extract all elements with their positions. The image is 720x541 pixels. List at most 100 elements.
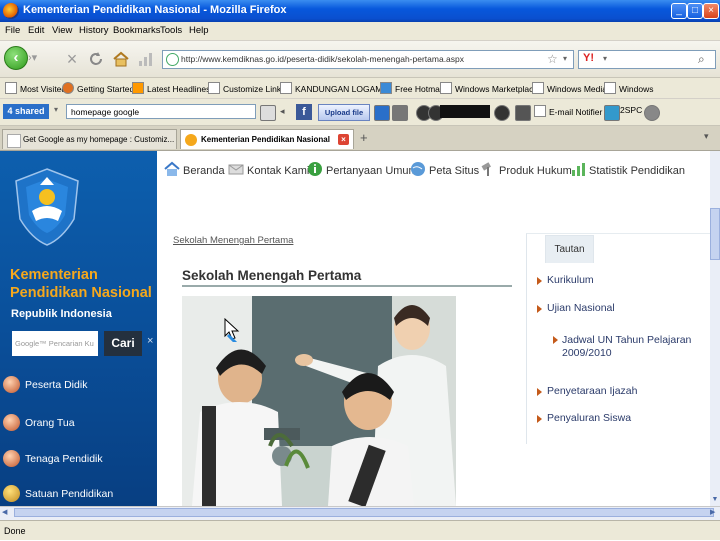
tab-get-google[interactable]: Get Google as my homepage : Customiz... xyxy=(2,129,177,149)
breadcrumb[interactable]: Sekolah Menengah Pertama xyxy=(173,235,293,246)
signal-icon xyxy=(138,51,154,67)
upload-file-button[interactable]: Upload file xyxy=(318,104,370,121)
tab-close-icon[interactable]: × xyxy=(338,134,349,145)
bookmark-label: Customize Links xyxy=(223,84,286,94)
weather-icon[interactable] xyxy=(604,105,620,121)
info-icon xyxy=(307,161,323,177)
minimize-button[interactable]: _ xyxy=(671,3,687,19)
nav-peta-situs[interactable]: Peta Situs xyxy=(410,161,479,177)
nav-label: Kontak Kami xyxy=(247,165,310,177)
search-icon[interactable] xyxy=(260,105,276,121)
forward-button[interactable]: ›▾ xyxy=(28,51,44,65)
menu-edit[interactable]: Edit xyxy=(28,25,44,36)
search-box[interactable]: Y! ▾ ⌕ xyxy=(578,50,716,69)
tut-wuri-handayani-logo xyxy=(12,167,82,247)
link-penyaluran-siswa[interactable]: Penyaluran Siswa xyxy=(547,412,631,424)
media-volume-icon[interactable] xyxy=(494,105,510,121)
status-bar: Done xyxy=(0,520,720,540)
bookmark-latest-headlines[interactable]: Latest Headlines xyxy=(132,82,210,94)
nav-label: Peta Situs xyxy=(429,165,480,177)
menu-bookmarks[interactable]: Bookmarks xyxy=(113,25,161,36)
sidebar-item-tenaga-pendidik[interactable]: Tenaga Pendidik xyxy=(0,447,157,471)
link-ujian-nasional[interactable]: Ujian Nasional xyxy=(547,302,615,314)
bookmark-windows-media[interactable]: Windows Media xyxy=(532,82,607,94)
bookmark-customize-links[interactable]: Customize Links xyxy=(208,82,285,94)
title-bar: Kementerian Pendidikan Nasional - Mozill… xyxy=(0,0,720,22)
chart-icon xyxy=(570,161,586,177)
sidebar-item-label: Peserta Didik xyxy=(25,379,88,391)
sidebar-item-peserta-didik[interactable]: Peserta Didik xyxy=(0,373,157,397)
google-favicon-icon xyxy=(7,134,21,148)
bullet-arrow-icon xyxy=(537,415,542,423)
cspc-label[interactable]: 2SPC xyxy=(620,105,642,115)
bookmark-star-icon[interactable]: ☆ xyxy=(547,52,558,66)
tab-tautan[interactable]: Tautan xyxy=(545,235,594,263)
link-penyetaraan-ijazah[interactable]: Penyetaraan Ijazah xyxy=(547,385,637,397)
sidebar-item-orang-tua[interactable]: Orang Tua xyxy=(0,411,157,435)
url-dropdown-icon[interactable]: ▾ xyxy=(563,54,567,63)
toolbar-settings-icon[interactable] xyxy=(644,105,660,121)
horizontal-scroll-thumb[interactable] xyxy=(14,508,714,517)
new-tab-button[interactable]: + xyxy=(360,130,368,145)
stop-icon[interactable]: × xyxy=(62,49,82,69)
menu-tools[interactable]: Tools xyxy=(160,25,182,36)
search-clear-icon[interactable]: × xyxy=(147,335,153,347)
nav-kontak-kami[interactable]: Kontak Kami xyxy=(228,161,309,177)
school-icon xyxy=(3,485,20,502)
bookmark-most-visited[interactable]: Most Visited xyxy=(5,82,66,94)
scroll-left-icon[interactable]: ◀ xyxy=(2,508,7,516)
menu-file[interactable]: File xyxy=(5,25,20,36)
parents-icon xyxy=(3,414,20,431)
sidebar-item-satuan-pendidikan[interactable]: Satuan Pendidikan xyxy=(0,482,157,506)
student-icon xyxy=(3,376,20,393)
link-kurikulum[interactable]: Kurikulum xyxy=(547,274,594,286)
toolbar-arrow-icon[interactable]: ◂ xyxy=(280,106,285,117)
link-jadwal-un[interactable]: Jadwal UN Tahun Pelajaran 2009/2010 xyxy=(562,334,694,360)
lock-icon[interactable] xyxy=(515,105,531,121)
bookmark-label: Windows Media xyxy=(547,84,607,94)
sidebar-item-label: Tenaga Pendidik xyxy=(25,453,103,465)
site-favicon-icon xyxy=(166,53,179,66)
scroll-right-icon[interactable]: ▶ xyxy=(710,508,715,516)
back-button[interactable]: ‹ xyxy=(4,46,28,70)
shared-button[interactable]: 4 shared xyxy=(3,104,49,119)
bookmark-label: Most Visited xyxy=(20,84,67,94)
bookmark-kandungan-logam[interactable]: KANDUNGAN LOGAM ... xyxy=(280,82,392,94)
nav-produk-hukum[interactable]: Produk Hukum xyxy=(480,161,572,177)
scroll-down-icon[interactable]: ▼ xyxy=(710,496,720,506)
facebook-icon[interactable]: f xyxy=(296,104,312,120)
bookmark-windows-marketplace[interactable]: Windows Marketplace xyxy=(440,82,538,94)
menu-view[interactable]: View xyxy=(52,25,72,36)
home-icon[interactable] xyxy=(112,50,130,68)
reload-icon[interactable] xyxy=(88,51,104,67)
tab-list-icon[interactable]: ▾ xyxy=(704,131,709,142)
nav-beranda[interactable]: Beranda xyxy=(164,161,225,177)
url-bar[interactable]: http://www.kemdiknas.go.id/peserta-didik… xyxy=(162,50,574,69)
google-search-input[interactable]: Google™ Pencarian Ku xyxy=(12,331,98,356)
toolbar-dropdown-icon[interactable]: ▾ xyxy=(54,105,58,114)
menu-history[interactable]: History xyxy=(79,25,109,36)
vertical-scrollbar[interactable] xyxy=(710,151,720,506)
ministry-name-line2: Pendidikan Nasional xyxy=(10,285,152,301)
nav-pertanyaan-umum[interactable]: Pertanyaan Umum xyxy=(307,161,418,177)
toolbar-tool-icon[interactable] xyxy=(392,105,408,121)
bookmark-windows[interactable]: Windows xyxy=(604,82,653,94)
search-engine-icon[interactable]: Y! xyxy=(583,52,594,64)
four-shared-icon[interactable] xyxy=(374,105,390,121)
homepage-search-field[interactable]: homepage google xyxy=(66,104,256,119)
vertical-scroll-thumb[interactable] xyxy=(710,208,720,260)
search-magnifier-icon[interactable]: ⌕ xyxy=(698,52,705,67)
maximize-button[interactable]: □ xyxy=(687,3,703,19)
page-content: Kementerian Pendidikan Nasional Republik… xyxy=(0,151,710,506)
search-submit-button[interactable]: Cari xyxy=(104,331,142,356)
nav-statistik-pendidikan[interactable]: Statistik Pendidikan xyxy=(570,161,685,177)
menu-help[interactable]: Help xyxy=(189,25,209,36)
close-window-button[interactable]: × xyxy=(703,3,719,19)
page-icon xyxy=(532,82,544,94)
search-engine-dropdown-icon[interactable]: ▾ xyxy=(603,54,607,63)
tab-kemdiknas[interactable]: Kementerian Pendidikan Nasional × xyxy=(180,129,354,149)
bookmark-free-hotmail[interactable]: Free Hotmail xyxy=(380,82,444,94)
bookmark-getting-started[interactable]: Getting Started xyxy=(62,82,134,94)
sidebar-item-label: Orang Tua xyxy=(25,417,75,429)
email-notifier[interactable]: E-mail Notifier xyxy=(534,105,602,117)
